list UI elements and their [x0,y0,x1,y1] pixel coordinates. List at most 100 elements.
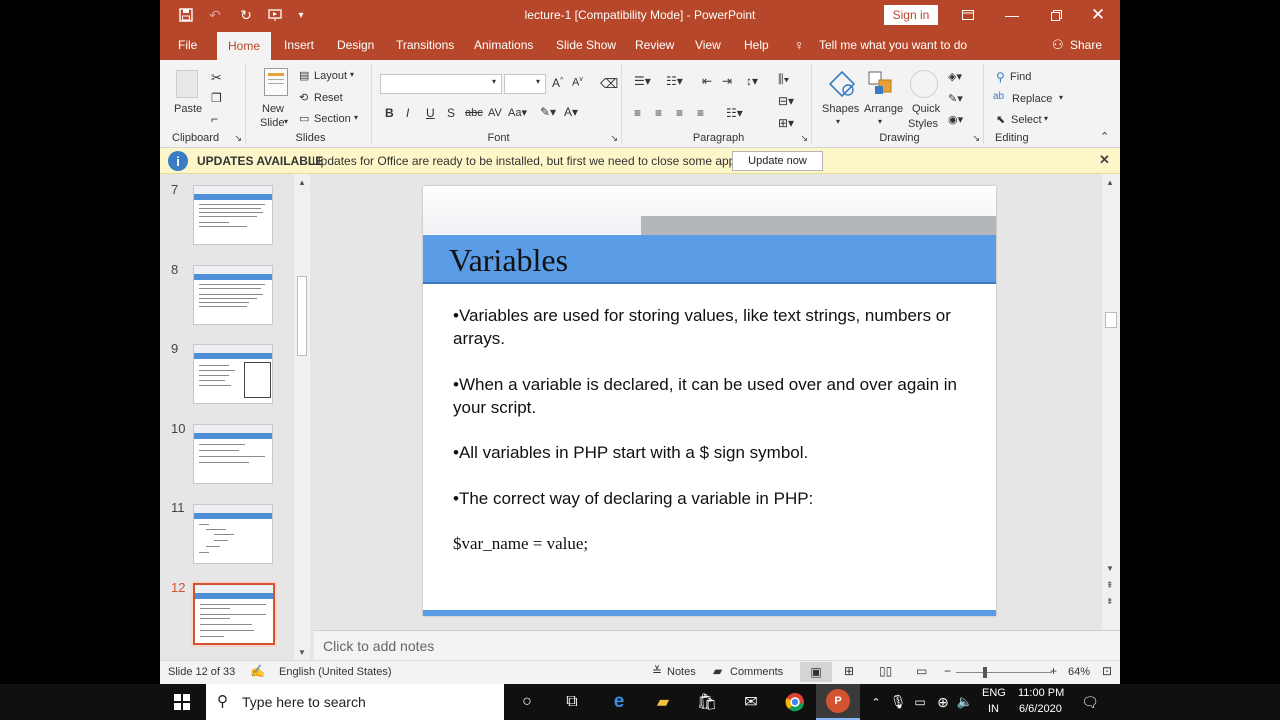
next-slide-icon[interactable]: ⇟ [1106,596,1114,607]
minimize-icon[interactable]: — [990,0,1034,30]
section-dropdown-icon[interactable]: ▾ [354,113,358,122]
shape-outline-icon[interactable]: ✎▾ [948,92,963,105]
scroll-up-icon[interactable]: ▲ [298,178,306,187]
layout-button[interactable]: Layout [314,70,347,82]
new-slide-label-1[interactable]: New [262,103,284,115]
slide-thumbnail-12-selected[interactable] [191,581,277,647]
tell-me-search[interactable]: Tell me what you want to do [819,30,967,60]
bold-icon[interactable]: B [385,106,394,120]
normal-view-icon[interactable]: ▣ [800,662,832,682]
slide-thumbnail-10[interactable] [193,424,273,484]
font-name-box[interactable] [380,74,502,94]
slide-thumbnail-7[interactable] [193,185,273,245]
align-right-icon[interactable]: ≡ [676,106,683,120]
tab-view[interactable]: View [695,30,721,60]
justify-icon[interactable]: ≡ [697,106,704,120]
decrease-indent-icon[interactable]: ⇤ [702,74,712,88]
slide-thumbnail-8[interactable] [193,265,273,325]
highlight-icon[interactable]: ✎▾ [540,105,556,119]
text-shadow-icon[interactable]: S [447,106,455,120]
italic-icon[interactable]: I [406,106,409,120]
zoom-slider-thumb[interactable] [982,667,987,678]
spell-check-icon[interactable]: ✍ [250,664,265,678]
chrome-icon[interactable] [783,690,807,714]
increase-indent-icon[interactable]: ⇥ [722,74,732,88]
share-button[interactable]: Share [1070,30,1102,60]
layout-dropdown-icon[interactable]: ▾ [350,70,354,79]
close-icon[interactable]: ✕ [1076,0,1120,30]
copy-icon[interactable]: ❐ [211,91,222,105]
slide-thumbnail-11[interactable] [193,504,273,564]
quick-styles-label-2[interactable]: Styles [908,118,938,130]
notes-placeholder[interactable]: Click to add notes [323,638,434,654]
thumbnail-scrollbar[interactable]: ▲ ▼ [294,174,310,660]
clock-date[interactable]: 6/6/2020 [1019,703,1062,715]
tab-transitions[interactable]: Transitions [396,30,454,60]
smartart-icon[interactable]: ⊞▾ [778,116,794,130]
cut-icon[interactable]: ✂ [211,70,222,86]
language-indicator[interactable]: English (United States) [279,666,392,678]
arrange-button[interactable]: Arrange [864,103,903,115]
scroll-up-icon[interactable]: ▲ [1106,178,1114,187]
zoom-out-icon[interactable]: − [944,664,951,678]
tab-file[interactable]: File [178,30,197,60]
tab-animations[interactable]: Animations [474,30,533,60]
change-case-icon[interactable]: Aa▾ [508,106,527,119]
tab-help[interactable]: Help [744,30,769,60]
line-spacing-icon[interactable]: ↕▾ [746,74,758,88]
slide-bullet[interactable]: •All variables in PHP start with a $ sig… [453,441,973,464]
zoom-in-icon[interactable]: + [1050,664,1057,678]
arrange-dropdown-icon[interactable]: ▾ [878,117,882,126]
comments-icon[interactable]: ▰ [713,664,722,678]
store-icon[interactable]: 🛍 [695,690,719,714]
font-size-dropdown-icon[interactable]: ▾ [536,77,540,86]
strikethrough-icon[interactable]: abc [465,107,483,119]
slide-show-icon[interactable]: ▭ [916,664,927,678]
previous-slide-icon[interactable]: ⇞ [1106,580,1114,591]
slide-scroll-thumb[interactable] [1105,312,1117,328]
find-button[interactable]: Find [1010,71,1031,83]
numbering-icon[interactable]: ☷▾ [666,74,683,88]
taskbar-powerpoint-active[interactable]: P [816,684,860,720]
paste-button[interactable]: Paste [174,103,202,115]
format-painter-icon[interactable]: ⌐ [211,112,218,126]
align-text-icon[interactable]: ⊟▾ [778,94,794,108]
file-explorer-icon[interactable]: ▰ [651,690,675,714]
align-left-icon[interactable]: ≡ [634,106,641,120]
font-launcher-icon[interactable]: ↘ [610,133,618,144]
scroll-down-icon[interactable]: ▼ [1106,564,1114,573]
shapes-button[interactable]: Shapes [822,103,859,115]
reading-view-icon[interactable]: ▯▯ [879,664,892,678]
select-dropdown-icon[interactable]: ▾ [1044,114,1048,123]
new-slide-dropdown-icon[interactable]: ▾ [284,117,288,126]
reset-button[interactable]: Reset [314,92,343,104]
character-spacing-icon[interactable]: AV [488,107,502,119]
clipboard-launcher-icon[interactable]: ↘ [234,133,242,144]
notes-icon[interactable]: ≚ [652,664,662,678]
slide-sorter-icon[interactable]: ⊞ [844,664,854,678]
tab-review[interactable]: Review [635,30,674,60]
drawing-launcher-icon[interactable]: ↘ [972,133,980,144]
zoom-slider[interactable] [956,667,1052,678]
edge-icon[interactable]: e [607,690,631,714]
slide-code-line[interactable]: $var_name = value; [453,534,588,554]
language-region[interactable]: IN [988,703,999,715]
thumbnail-scroll-thumb[interactable] [297,276,307,356]
current-slide[interactable]: Variables •Variables are used for storin… [423,186,996,616]
slide-title[interactable]: Variables [449,242,568,279]
slide-bullet[interactable]: •The correct way of declaring a variable… [453,487,973,510]
slide-thumbnail-9[interactable] [193,344,273,404]
clock-time[interactable]: 11:00 PM [1018,687,1064,699]
restore-icon[interactable] [1034,0,1078,30]
collapse-ribbon-icon[interactable]: ⌃ [1100,130,1109,143]
clear-formatting-icon[interactable]: ⌫ [600,76,618,92]
paragraph-launcher-icon[interactable]: ↘ [800,133,808,144]
tab-slide-show[interactable]: Slide Show [556,30,616,60]
slide-bullet[interactable]: •Variables are used for storing values, … [453,304,973,350]
fit-to-window-icon[interactable]: ⊡ [1102,664,1112,678]
replace-button[interactable]: Replace [1012,93,1052,105]
slide-count[interactable]: Slide 12 of 33 [168,666,235,678]
show-hidden-icons-icon[interactable]: ⌃ [864,690,888,714]
shape-effects-icon[interactable]: ◉▾ [948,113,963,126]
bullets-icon[interactable]: ☰▾ [634,74,651,88]
